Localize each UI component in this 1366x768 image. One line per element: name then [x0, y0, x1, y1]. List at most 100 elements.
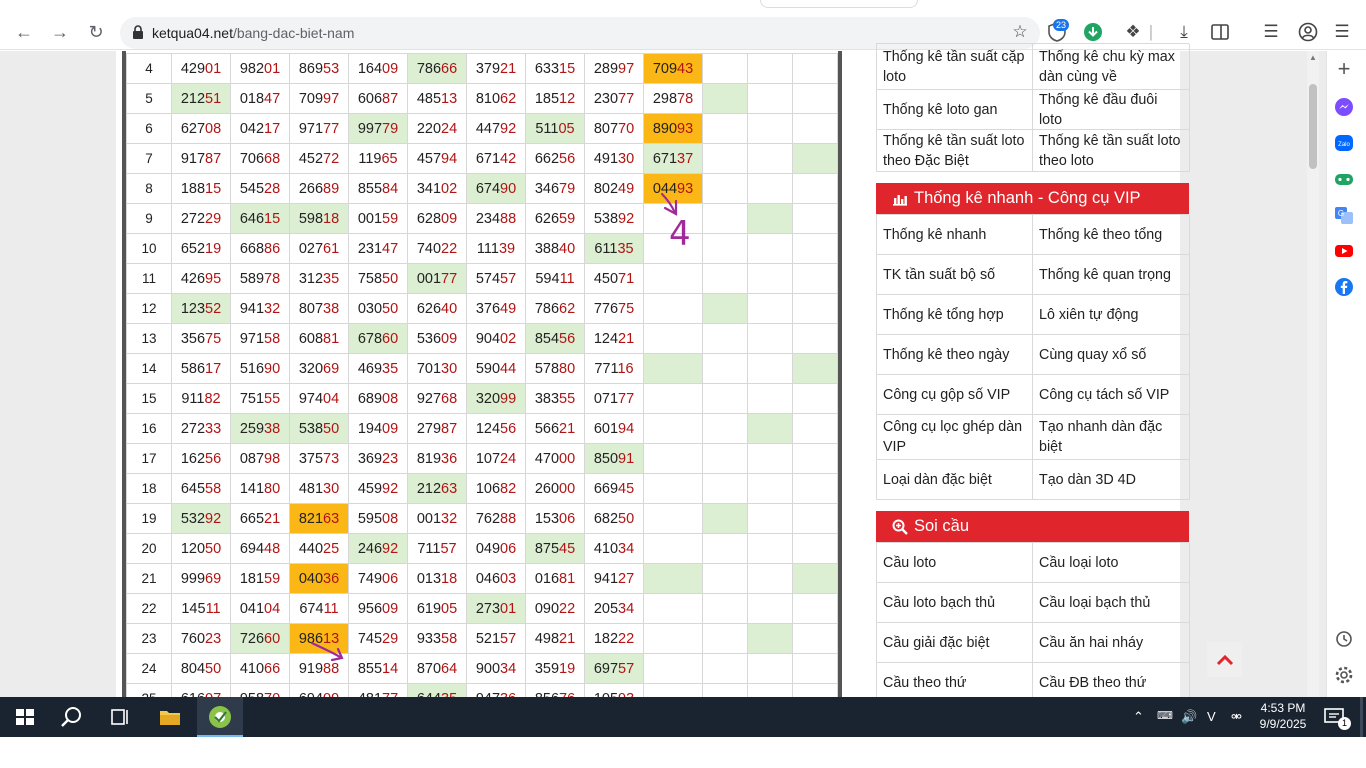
sidebar-link[interactable]: Cầu ăn hai nháy — [1033, 623, 1190, 663]
input-method-icon[interactable]: ⌨ — [1157, 709, 1173, 722]
sidebar-link[interactable]: Cầu giải đặc biệt — [877, 623, 1033, 663]
sidebar-link[interactable]: Tạo dàn 3D 4D — [1033, 460, 1190, 500]
result-tail-digits: 33 — [205, 420, 222, 437]
reload-icon[interactable]: ↻ — [84, 20, 108, 44]
scroll-to-top-button[interactable] — [1207, 642, 1242, 677]
messenger-icon[interactable] — [1334, 97, 1354, 117]
sidebar-link[interactable]: Thống kê tổng hợp — [877, 295, 1033, 335]
sidebar-link[interactable]: Thống kê đầu đuôi loto — [1033, 90, 1190, 130]
sidebar-link[interactable]: Thống kê tần suất loto theo Đặc Biệt — [877, 130, 1033, 172]
result-head-digits: 440 — [298, 540, 324, 557]
result-cell: 15306 — [525, 503, 585, 534]
table-row: 11 42695 58978 31235 75850 00177 57457 59411 450… — [126, 263, 838, 294]
sidebar-link[interactable]: Cùng quay xổ số — [1033, 335, 1190, 375]
extensions-puzzle-icon[interactable]: ❖ — [1122, 21, 1144, 43]
sidebar-link[interactable]: Thống kê theo tổng — [1033, 215, 1190, 255]
browser-tab[interactable] — [760, 0, 918, 8]
sidebar-link[interactable]: Lô xiên tự động — [1033, 295, 1190, 335]
result-head-digits: 289 — [593, 60, 619, 77]
result-cell: 95609 — [348, 593, 408, 624]
sidebar-link[interactable]: Công cụ gộp số VIP — [877, 375, 1033, 415]
result-head-digits: 786 — [534, 300, 560, 317]
network-icon[interactable]: ⚮ — [1231, 709, 1242, 725]
language-v-icon[interactable]: V — [1207, 709, 1216, 724]
sidebar-link[interactable]: Thống kê chu kỳ max dàn cùng về — [1033, 44, 1190, 90]
result-cell: 37921 — [466, 53, 526, 84]
taskbar-clock[interactable]: 4:53 PM 9/9/2025 — [1248, 700, 1318, 732]
result-cell: 64558 — [171, 473, 231, 504]
result-cell: 27233 — [171, 413, 231, 444]
result-head-digits: 941 — [239, 300, 265, 317]
sidebar-link[interactable]: Cầu loto — [877, 543, 1033, 583]
result-tail-digits: 79 — [382, 120, 399, 137]
sidebar-link[interactable]: Tạo nhanh dàn đặc biệt — [1033, 415, 1190, 460]
sidebar-link[interactable]: Thống kê theo ngày — [877, 335, 1033, 375]
settings-gear-icon[interactable] — [1334, 665, 1354, 685]
sidebar-link[interactable]: Loại dàn đặc biệt — [877, 460, 1033, 500]
notification-count-badge: 1 — [1338, 717, 1351, 730]
sidebar-link[interactable]: Công cụ tách số VIP — [1033, 375, 1190, 415]
browser-app-icon[interactable] — [207, 704, 233, 730]
result-tail-digits: 40 — [559, 240, 576, 257]
back-icon[interactable]: ← — [12, 20, 36, 44]
result-tail-digits: 24 — [441, 120, 458, 137]
windows-start-icon[interactable] — [12, 704, 38, 730]
profile-icon[interactable] — [1297, 21, 1319, 43]
youtube-icon[interactable] — [1334, 241, 1354, 261]
scroll-up-arrow[interactable]: ▲ — [1307, 51, 1319, 65]
volume-icon[interactable]: 🔊 — [1181, 709, 1197, 725]
result-cell: 45794 — [407, 143, 467, 174]
task-view-icon[interactable] — [107, 704, 133, 730]
bookmark-star-icon[interactable]: ☆ — [1009, 21, 1031, 43]
add-icon[interactable]: + — [1334, 58, 1354, 80]
empty-cell — [747, 113, 793, 144]
sidebar-link[interactable]: Cầu loto bạch thủ — [877, 583, 1033, 623]
result-tail-digits: 37 — [677, 150, 694, 167]
file-explorer-icon[interactable] — [157, 704, 183, 730]
empty-cell — [747, 503, 793, 534]
zalo-icon[interactable]: Zalo — [1334, 133, 1354, 153]
show-desktop-button[interactable] — [1360, 697, 1363, 737]
sidebar-link[interactable]: Thống kê nhanh — [877, 215, 1033, 255]
sidebar-link[interactable]: Thống kê quan trọng — [1033, 255, 1190, 295]
translate-icon[interactable]: G — [1334, 205, 1354, 225]
facebook-icon[interactable] — [1334, 277, 1354, 297]
media-queue-icon[interactable]: ☰ — [1260, 21, 1282, 43]
result-head-digits: 986 — [298, 630, 324, 647]
empty-cell — [792, 563, 838, 594]
result-cell: 58978 — [230, 263, 290, 294]
sidebar-link[interactable]: TK tần suất bộ số — [877, 255, 1033, 295]
sidebar-link[interactable]: Công cụ lọc ghép dàn VIP — [877, 415, 1033, 460]
result-cell: 70668 — [230, 143, 290, 174]
scrollbar-thumb[interactable] — [1309, 84, 1317, 169]
history-icon[interactable] — [1334, 629, 1354, 649]
clock-date: 9/9/2025 — [1259, 717, 1307, 731]
result-head-digits: 272 — [180, 420, 206, 437]
sidebar-link[interactable]: Thống kê tần suất loto theo loto — [1033, 130, 1190, 172]
side-panel-icon[interactable] — [1209, 21, 1231, 43]
sidebar-link[interactable]: Cầu loại bạch thủ — [1033, 583, 1190, 623]
special-prize-table: 4 42901 98201 86953 16409 78666 37921 63315 2899… — [126, 53, 838, 714]
search-icon[interactable] — [59, 704, 85, 730]
result-head-digits: 760 — [180, 630, 206, 647]
result-tail-digits: 93 — [677, 120, 694, 137]
empty-cell — [792, 503, 838, 534]
tray-overflow-chevron-icon[interactable]: ⌃ — [1133, 709, 1144, 725]
chevron-up-icon — [1216, 654, 1233, 665]
result-tail-digits: 01 — [205, 60, 222, 77]
downloads-icon[interactable]: ⤓ — [1173, 21, 1195, 43]
sidebar-link[interactable]: Thống kê tần suất cặp loto — [877, 44, 1033, 90]
result-cell: 91182 — [171, 383, 231, 414]
result-head-digits: 709 — [298, 90, 324, 107]
games-icon[interactable] — [1334, 169, 1354, 189]
sidebar-link[interactable]: Thống kê loto gan — [877, 90, 1033, 130]
menu-icon[interactable]: ☰ — [1331, 21, 1353, 43]
result-cell: 78666 — [407, 53, 467, 84]
sidebar-link[interactable]: Cầu loại loto — [1033, 543, 1190, 583]
result-head-digits: 376 — [475, 300, 501, 317]
url-text[interactable]: ketqua04.net/bang-dac-biet-nam — [152, 25, 354, 41]
download-extension-icon[interactable] — [1082, 21, 1104, 43]
forward-icon[interactable]: → — [48, 20, 72, 44]
result-cell: 56621 — [525, 413, 585, 444]
lock-icon[interactable] — [132, 25, 144, 39]
